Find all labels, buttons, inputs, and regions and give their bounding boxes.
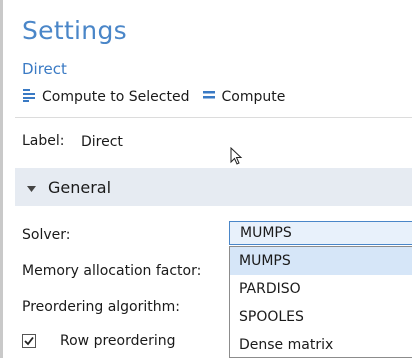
compute-button[interactable]: Compute — [202, 88, 286, 106]
row-preordering-label: Row preordering — [60, 333, 176, 349]
option-dense-matrix[interactable]: Dense matrix — [230, 331, 412, 359]
section-general-title: General — [48, 177, 112, 197]
label-field[interactable] — [76, 130, 412, 154]
solver-label: Solver: — [22, 227, 71, 243]
option-spooles[interactable]: SPOOLES — [230, 303, 412, 331]
collapse-arrow-icon — [27, 178, 36, 197]
node-name: Direct — [22, 60, 67, 78]
label-caption: Label: — [22, 133, 65, 149]
section-general[interactable]: General — [15, 168, 412, 206]
solver-dropdown-list: MUMPS PARDISO SPOOLES Dense matrix — [229, 246, 412, 358]
compute-to-selected-button[interactable]: Compute to Selected — [22, 88, 190, 106]
page-title: Settings — [22, 16, 127, 45]
memory-allocation-label: Memory allocation factor: — [22, 263, 202, 279]
compute-icon — [202, 88, 216, 106]
compute-to-selected-label: Compute to Selected — [42, 89, 190, 105]
preordering-algorithm-label: Preordering algorithm: — [22, 299, 180, 315]
row-preordering-row: Row preordering — [22, 333, 176, 349]
label-row: Label: — [22, 130, 412, 154]
checkmark-icon — [24, 336, 34, 346]
row-preordering-checkbox[interactable] — [22, 334, 36, 348]
solver-select[interactable]: MUMPS — [229, 221, 412, 245]
toolbar-divider — [15, 117, 412, 118]
option-pardiso[interactable]: PARDISO — [230, 275, 412, 303]
settings-toolbar: Compute to Selected Compute — [22, 87, 285, 107]
option-mumps[interactable]: MUMPS — [230, 247, 412, 275]
compute-to-selected-icon — [22, 88, 36, 106]
window-left-edge — [0, 0, 3, 358]
compute-label: Compute — [221, 89, 286, 105]
